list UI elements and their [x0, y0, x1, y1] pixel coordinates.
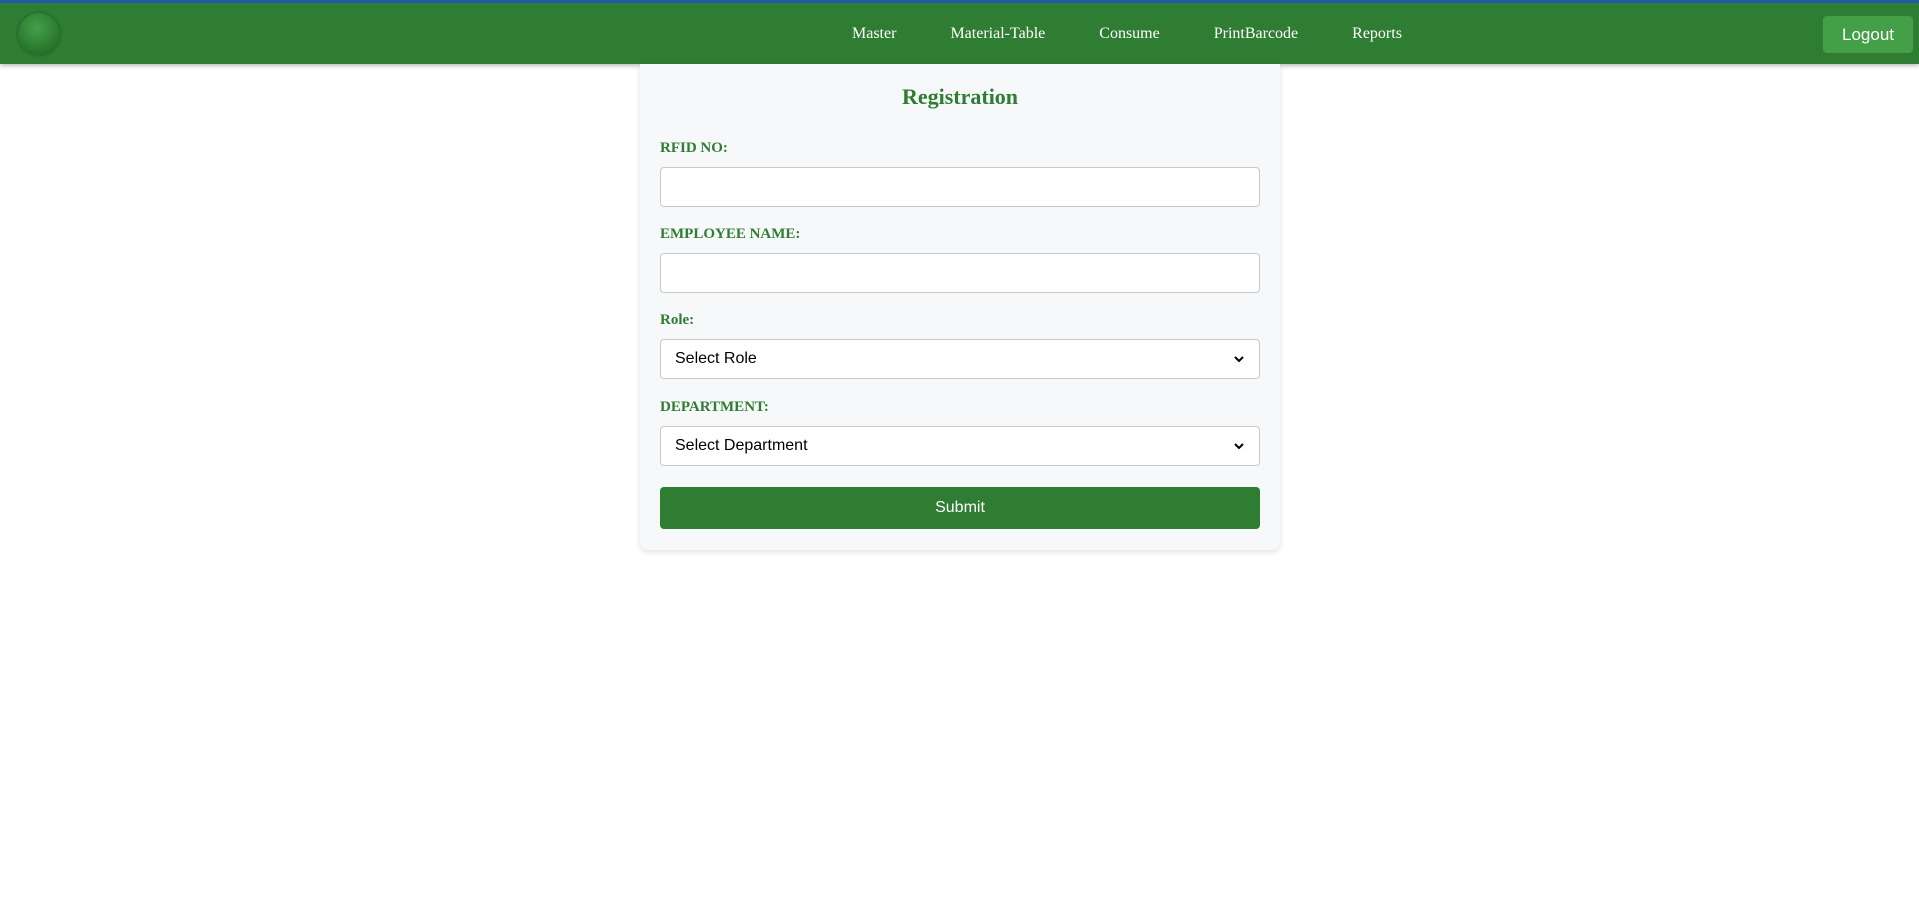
rfid-label: RFID NO:	[660, 140, 728, 156]
role-label: Role:	[660, 312, 695, 328]
department-select[interactable]: Select Department	[660, 426, 1260, 466]
submit-button[interactable]: Submit	[660, 487, 1260, 529]
role-select[interactable]: Select Role	[660, 339, 1260, 379]
logo-icon[interactable]	[18, 13, 60, 55]
nav-item-reports[interactable]: Reports	[1352, 25, 1402, 43]
employee-name-label: EMPLOYEE NAME:	[660, 226, 801, 242]
rfid-input[interactable]	[660, 167, 1260, 207]
top-navbar: Master Material-Table Consume PrintBarco…	[0, 0, 1919, 64]
employee-name-input[interactable]	[660, 253, 1260, 293]
page-title: Registration	[901, 84, 1019, 109]
nav-item-material-table[interactable]: Material-Table	[950, 25, 1045, 43]
nav-item-master[interactable]: Master	[852, 25, 896, 43]
main-nav: Master Material-Table Consume PrintBarco…	[830, 3, 1456, 64]
registration-card: Registration RFID NO: EMPLOYEE NAME: Rol…	[640, 64, 1280, 550]
logout-button[interactable]: Logout	[1823, 16, 1913, 53]
department-select-value: Select Department	[675, 437, 808, 454]
role-select-value: Select Role	[675, 350, 757, 367]
chevron-down-icon	[1234, 443, 1244, 450]
nav-item-printbarcode[interactable]: PrintBarcode	[1214, 25, 1298, 43]
chevron-down-icon	[1234, 356, 1244, 363]
nav-item-consume[interactable]: Consume	[1099, 25, 1159, 43]
department-label: DEPARTMENT:	[660, 399, 769, 415]
